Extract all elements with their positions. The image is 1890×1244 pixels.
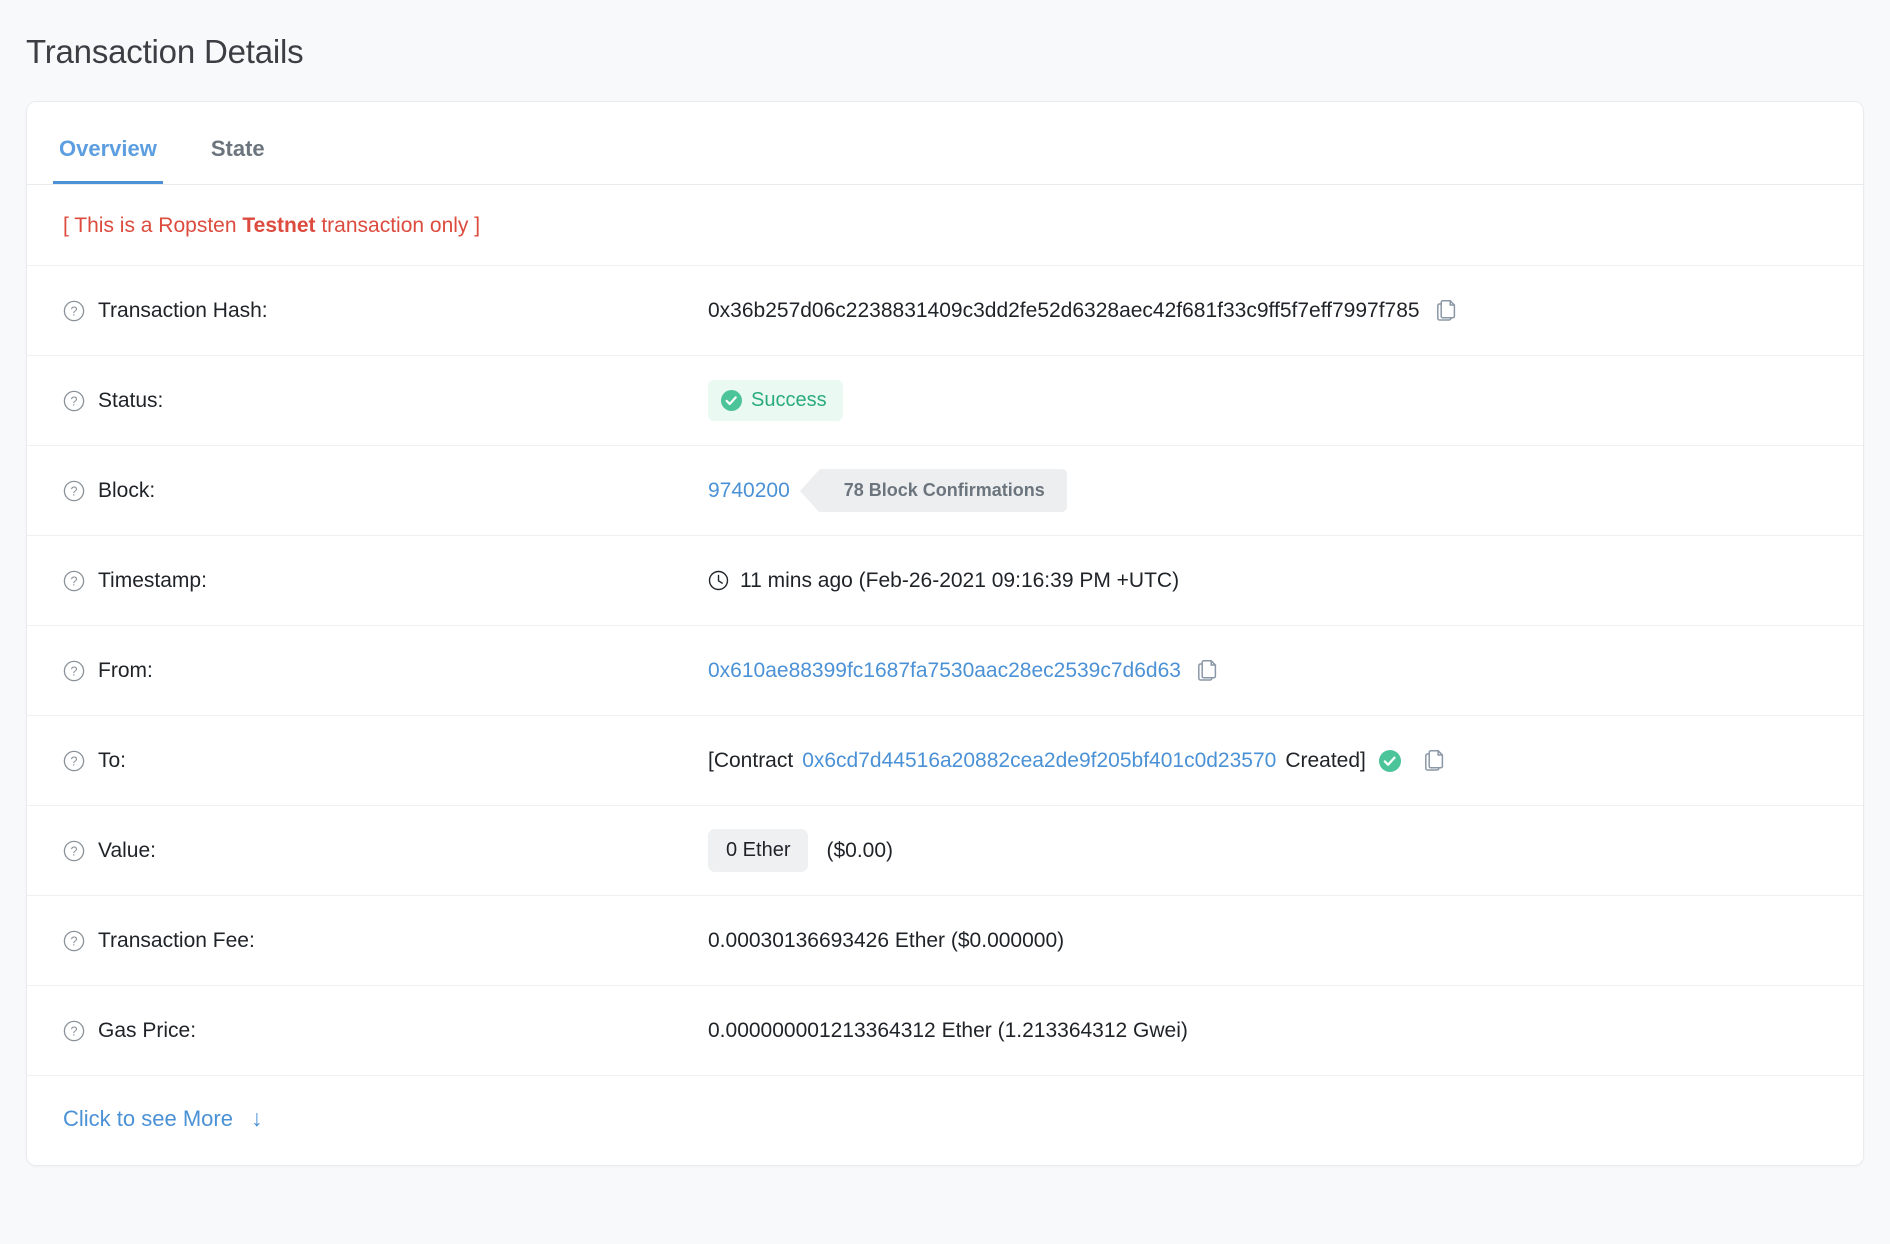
check-circle-icon bbox=[721, 390, 742, 411]
block-value-cell: 9740200 78 Block Confirmations bbox=[708, 469, 1837, 513]
click-to-see-more-link[interactable]: Click to see More ↓ bbox=[63, 1105, 262, 1132]
transaction-fee-value: 0.00030136693426 Ether ($0.000000) bbox=[708, 928, 1065, 952]
help-icon[interactable]: ? bbox=[63, 750, 85, 772]
from-label-cell: ? From: bbox=[63, 659, 708, 683]
svg-text:?: ? bbox=[71, 574, 78, 588]
testnet-notice-suffix: transaction only ] bbox=[315, 214, 481, 237]
value-amount-pill: 0 Ether bbox=[708, 829, 809, 872]
from-address-link[interactable]: 0x610ae88399fc1687fa7530aac28ec2539c7d6d… bbox=[708, 659, 1181, 683]
verified-check-icon bbox=[1378, 749, 1401, 772]
transaction-hash-label-cell: ? Transaction Hash: bbox=[63, 299, 708, 323]
transaction-details-page: Transaction Details Overview State [ Thi… bbox=[0, 0, 1890, 1244]
status-badge: Success bbox=[708, 380, 843, 421]
help-icon[interactable]: ? bbox=[63, 300, 85, 322]
block-label: Block: bbox=[98, 478, 156, 502]
from-value-cell: 0x610ae88399fc1687fa7530aac28ec2539c7d6d… bbox=[708, 658, 1837, 684]
contract-address-link[interactable]: 0x6cd7d44516a20882cea2de9f205bf401c0d235… bbox=[802, 749, 1276, 773]
help-icon[interactable]: ? bbox=[63, 840, 85, 862]
row-block: ? Block: 9740200 78 Block Confirmations bbox=[27, 446, 1863, 536]
tab-overview[interactable]: Overview bbox=[53, 136, 163, 184]
to-label: To: bbox=[98, 748, 127, 772]
from-label: From: bbox=[98, 658, 153, 682]
contract-prefix: [Contract bbox=[708, 748, 794, 772]
svg-text:?: ? bbox=[71, 304, 78, 318]
status-label: Status: bbox=[98, 388, 164, 412]
svg-text:?: ? bbox=[71, 844, 78, 858]
svg-text:?: ? bbox=[71, 754, 78, 768]
copy-icon[interactable] bbox=[1424, 748, 1449, 774]
copy-icon[interactable] bbox=[1436, 298, 1461, 324]
block-confirmations-badge: 78 Block Confirmations bbox=[799, 469, 1067, 513]
svg-text:?: ? bbox=[71, 934, 78, 948]
click-to-see-more-label: Click to see More bbox=[63, 1105, 233, 1131]
transaction-hash-label: Transaction Hash: bbox=[98, 298, 268, 322]
timestamp-value-cell: 11 mins ago (Feb-26-2021 09:16:39 PM +UT… bbox=[708, 569, 1837, 593]
testnet-notice-emphasis: Testnet bbox=[242, 214, 316, 237]
tab-bar: Overview State bbox=[27, 102, 1863, 185]
block-wrapper: 9740200 78 Block Confirmations bbox=[708, 469, 1067, 513]
contract-suffix: Created] bbox=[1285, 748, 1366, 772]
transaction-fee-value-cell: 0.00030136693426 Ether ($0.000000) bbox=[708, 929, 1837, 953]
testnet-notice: [ This is a Ropsten Testnet transaction … bbox=[27, 185, 1863, 266]
row-gas-price: ? Gas Price: 0.000000001213364312 Ether … bbox=[27, 986, 1863, 1076]
testnet-notice-prefix: [ This is a Ropsten bbox=[63, 214, 243, 237]
status-badge-label: Success bbox=[751, 389, 827, 411]
clock-icon bbox=[708, 570, 729, 591]
transaction-hash-value-cell: 0x36b257d06c2238831409c3dd2fe52d6328aec4… bbox=[708, 298, 1837, 324]
gas-price-value-cell: 0.000000001213364312 Ether (1.213364312 … bbox=[708, 1019, 1837, 1043]
help-icon[interactable]: ? bbox=[63, 660, 85, 682]
to-label-cell: ? To: bbox=[63, 749, 708, 773]
status-value-cell: Success bbox=[708, 380, 1837, 421]
help-icon[interactable]: ? bbox=[63, 570, 85, 592]
row-timestamp: ? Timestamp: 11 mins ago (Feb-26-2021 09… bbox=[27, 536, 1863, 626]
value-fiat: ($0.00) bbox=[826, 838, 894, 862]
block-number-link[interactable]: 9740200 bbox=[708, 479, 790, 503]
transaction-card: Overview State [ This is a Ropsten Testn… bbox=[26, 101, 1864, 1166]
timestamp-label: Timestamp: bbox=[98, 568, 207, 592]
gas-price-label: Gas Price: bbox=[98, 1018, 197, 1042]
transaction-fee-label: Transaction Fee: bbox=[98, 928, 255, 952]
row-status: ? Status: Success bbox=[27, 356, 1863, 446]
copy-icon[interactable] bbox=[1198, 658, 1222, 684]
transaction-fee-label-cell: ? Transaction Fee: bbox=[63, 929, 708, 953]
timestamp-label-cell: ? Timestamp: bbox=[63, 569, 708, 593]
value-label-cell: ? Value: bbox=[63, 839, 708, 863]
block-label-cell: ? Block: bbox=[63, 479, 708, 503]
help-icon[interactable]: ? bbox=[63, 930, 85, 952]
arrow-down-icon: ↓ bbox=[250, 1105, 263, 1131]
svg-text:?: ? bbox=[71, 394, 78, 408]
gas-price-label-cell: ? Gas Price: bbox=[63, 1019, 708, 1043]
transaction-hash-value: 0x36b257d06c2238831409c3dd2fe52d6328aec4… bbox=[708, 298, 1420, 322]
row-from: ? From: 0x610ae88399fc1687fa7530aac28ec2… bbox=[27, 626, 1863, 716]
svg-text:?: ? bbox=[71, 1024, 78, 1038]
help-icon[interactable]: ? bbox=[63, 1020, 85, 1042]
row-value: ? Value: 0 Ether ($0.00) bbox=[27, 806, 1863, 896]
row-transaction-hash: ? Transaction Hash: 0x36b257d06c22388314… bbox=[27, 266, 1863, 356]
status-label-cell: ? Status: bbox=[63, 389, 708, 413]
row-to: ? To: [Contract 0x6cd7d44516a20882cea2de… bbox=[27, 716, 1863, 806]
value-value-cell: 0 Ether ($0.00) bbox=[708, 829, 1837, 872]
page-title: Transaction Details bbox=[26, 33, 304, 70]
value-label: Value: bbox=[98, 838, 156, 862]
more-row: Click to see More ↓ bbox=[27, 1076, 1863, 1165]
row-transaction-fee: ? Transaction Fee: 0.00030136693426 Ethe… bbox=[27, 896, 1863, 986]
to-value-cell: [Contract 0x6cd7d44516a20882cea2de9f205b… bbox=[708, 748, 1837, 774]
svg-text:?: ? bbox=[71, 664, 78, 678]
gas-price-value: 0.000000001213364312 Ether (1.213364312 … bbox=[708, 1018, 1188, 1042]
svg-text:?: ? bbox=[71, 484, 78, 498]
help-icon[interactable]: ? bbox=[63, 390, 85, 412]
timestamp-value: 11 mins ago (Feb-26-2021 09:16:39 PM +UT… bbox=[740, 568, 1180, 592]
tab-state[interactable]: State bbox=[205, 136, 271, 184]
help-icon[interactable]: ? bbox=[63, 480, 85, 502]
